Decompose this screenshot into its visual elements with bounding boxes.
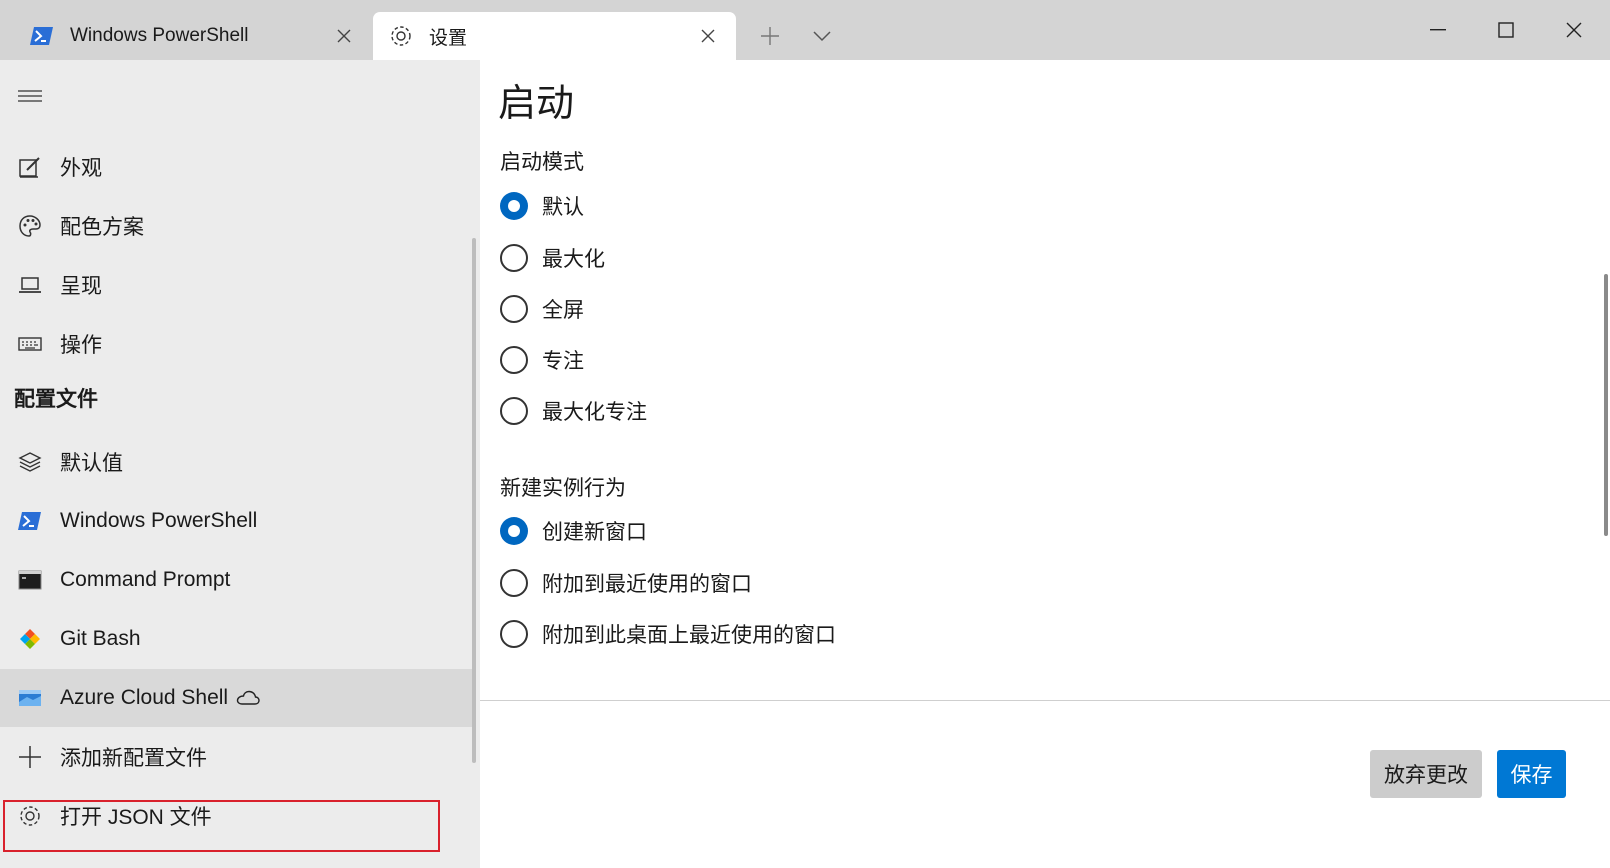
radio-label: 全屏 [542, 299, 584, 322]
launch-mode-label: 启动模式 [500, 151, 584, 174]
radio-label: 最大化专注 [542, 401, 647, 424]
radio-label: 默认 [542, 196, 584, 219]
sidebar-item-git-bash[interactable]: Git Bash [0, 610, 476, 668]
radio-label: 创建新窗口 [542, 521, 647, 544]
new-tab-button[interactable] [752, 18, 788, 54]
maximize-button[interactable] [1472, 0, 1540, 60]
radio-indicator [500, 192, 528, 220]
sidebar-item-actions[interactable]: 操作 [0, 315, 476, 373]
powershell-icon [16, 507, 44, 535]
tab-windows-powershell[interactable]: Windows PowerShell [0, 12, 372, 60]
radio-indicator [500, 346, 528, 374]
radio-label: 专注 [542, 350, 584, 373]
gear-icon [389, 24, 413, 48]
hamburger-menu-button[interactable] [14, 80, 46, 112]
tab-label: 设置 [429, 27, 468, 49]
new-instance-behavior-label: 新建实例行为 [500, 477, 626, 500]
tab-dropdown-button[interactable] [804, 18, 840, 54]
sidebar-item-label: 添加新配置文件 [60, 747, 207, 770]
minimize-icon [1430, 29, 1446, 31]
radio-indicator [500, 244, 528, 272]
sidebar-item-defaults[interactable]: 默认值 [0, 433, 476, 491]
radio-label: 最大化 [542, 248, 605, 271]
radio-launch-focus[interactable]: 专注 [500, 342, 584, 378]
git-icon [16, 625, 44, 653]
close-icon [1566, 22, 1582, 38]
close-tab-icon[interactable] [696, 24, 720, 48]
sidebar-item-label: Windows PowerShell [60, 509, 258, 532]
close-window-button[interactable] [1540, 0, 1608, 60]
minimize-button[interactable] [1404, 0, 1472, 60]
sidebar-item-label: 默认值 [60, 452, 123, 475]
save-button[interactable]: 保存 [1497, 750, 1566, 798]
sidebar-item-windows-powershell[interactable]: Windows PowerShell [0, 492, 476, 550]
radio-create-new-window[interactable]: 创建新窗口 [500, 513, 647, 549]
sidebar-item-label: Git Bash [60, 627, 141, 650]
tab-label: Windows PowerShell [70, 25, 249, 46]
radio-launch-maximized-focus[interactable]: 最大化专注 [500, 393, 647, 429]
tab-settings[interactable]: 设置 [373, 12, 736, 60]
radio-indicator [500, 517, 528, 545]
radio-label: 附加到最近使用的窗口 [542, 573, 752, 596]
plus-icon [16, 743, 44, 771]
settings-sidebar: 外观 配色方案 呈现 操作 配置文件 默认值 Windows PowerShel… [0, 60, 480, 868]
sidebar-item-label: 外观 [60, 157, 102, 180]
radio-attach-most-recent[interactable]: 附加到最近使用的窗口 [500, 565, 752, 601]
title-bar: Windows PowerShell 设置 [0, 0, 1610, 60]
sidebar-item-label: Command Prompt [60, 568, 231, 591]
powershell-icon [30, 24, 54, 48]
discard-changes-button[interactable]: 放弃更改 [1370, 750, 1482, 798]
sidebar-item-label: 呈现 [60, 275, 102, 298]
cloud-icon [236, 690, 260, 706]
appearance-icon [16, 153, 44, 181]
rendering-icon [16, 271, 44, 299]
radio-indicator [500, 397, 528, 425]
sidebar-item-label: Azure Cloud Shell [60, 686, 229, 709]
sidebar-item-azure-cloud-shell[interactable]: Azure Cloud Shell [0, 669, 476, 727]
footer-divider [480, 700, 1610, 701]
highlight-box [3, 800, 440, 852]
radio-indicator [500, 620, 528, 648]
sidebar-item-appearance[interactable]: 外观 [0, 138, 476, 196]
azure-icon [16, 684, 44, 712]
close-tab-icon[interactable] [332, 24, 356, 48]
radio-launch-default[interactable]: 默认 [500, 188, 584, 224]
radio-launch-maximized[interactable]: 最大化 [500, 240, 605, 276]
maximize-icon [1498, 22, 1514, 38]
content-scrollbar[interactable] [1604, 274, 1608, 536]
page-title: 启动 [498, 83, 575, 125]
radio-indicator [500, 295, 528, 323]
radio-launch-fullscreen[interactable]: 全屏 [500, 291, 584, 327]
sidebar-scrollbar[interactable] [472, 238, 476, 763]
plus-icon [761, 27, 779, 45]
sidebar-item-label: 配色方案 [60, 216, 144, 239]
sidebar-add-profile[interactable]: 添加新配置文件 [0, 728, 476, 786]
cmd-icon [16, 566, 44, 594]
sidebar-item-command-prompt[interactable]: Command Prompt [0, 551, 476, 609]
radio-label: 附加到此桌面上最近使用的窗口 [542, 624, 836, 647]
palette-icon [16, 212, 44, 240]
settings-content: 启动 启动模式 默认 最大化 全屏 专注 最大化专注 新建实例行为 创建新窗口 … [480, 60, 1610, 868]
chevron-down-icon [813, 31, 831, 42]
keyboard-icon [16, 330, 44, 358]
hamburger-icon [18, 90, 42, 102]
profiles-section-header: 配置文件 [14, 388, 98, 411]
sidebar-item-rendering[interactable]: 呈现 [0, 256, 476, 314]
sidebar-item-color-schemes[interactable]: 配色方案 [0, 197, 476, 255]
radio-attach-most-recent-desktop[interactable]: 附加到此桌面上最近使用的窗口 [500, 616, 836, 652]
radio-indicator [500, 569, 528, 597]
sidebar-item-label: 操作 [60, 334, 102, 357]
layers-icon [16, 448, 44, 476]
